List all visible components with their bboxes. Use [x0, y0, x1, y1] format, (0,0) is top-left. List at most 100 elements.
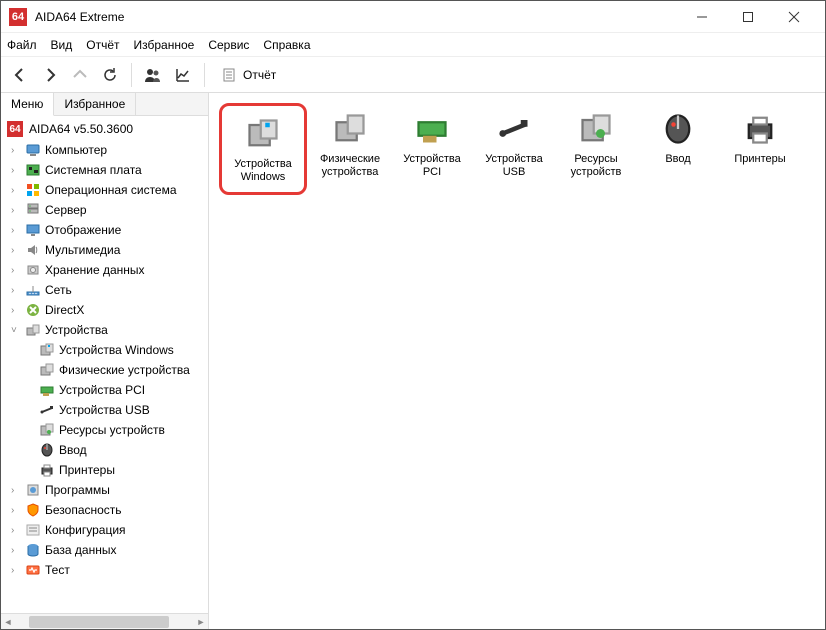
tree-item-computer[interactable]: ›Компьютер: [1, 140, 208, 160]
dev-pci-icon: [412, 109, 452, 149]
minimize-button[interactable]: [679, 2, 725, 32]
content-item-dev-input[interactable]: Ввод: [639, 103, 717, 172]
tree-item-label: Отображение: [45, 223, 121, 237]
tree-item-storage[interactable]: ›Хранение данных: [1, 260, 208, 280]
close-button[interactable]: [771, 2, 817, 32]
tree-item-security[interactable]: ›Безопасность: [1, 500, 208, 520]
content-item-dev-win[interactable]: Устройства Windows: [224, 108, 302, 190]
tree-item-dev-phys[interactable]: Физические устройства: [1, 360, 208, 380]
tree-item-label: Устройства: [45, 323, 108, 337]
chevron-icon: ›: [11, 485, 21, 496]
tree-item-label: Компьютер: [45, 143, 107, 157]
tree-item-board[interactable]: ›Системная плата: [1, 160, 208, 180]
tree-item-label: Сервер: [45, 203, 87, 217]
tree-item-dev-win[interactable]: Устройства Windows: [1, 340, 208, 360]
tree-item-test[interactable]: ›Тест: [1, 560, 208, 580]
tree-root[interactable]: 64 AIDA64 v5.50.3600: [1, 118, 208, 140]
tree-item-dev-input[interactable]: Ввод: [1, 440, 208, 460]
toolbar-separator: [204, 63, 205, 87]
dev-usb-icon: [494, 109, 534, 149]
sidebar: Меню Избранное 64 AIDA64 v5.50.3600 ›Ком…: [1, 93, 209, 629]
tree[interactable]: 64 AIDA64 v5.50.3600 ›Компьютер›Системна…: [1, 116, 208, 613]
maximize-button[interactable]: [725, 2, 771, 32]
storage-icon: [25, 262, 41, 278]
forward-button[interactable]: [37, 62, 63, 88]
computer-icon: [25, 142, 41, 158]
chevron-icon: ›: [11, 285, 21, 296]
app-icon: 64: [9, 8, 27, 26]
content-item-dev-print[interactable]: Принтеры: [721, 103, 799, 172]
up-button[interactable]: [67, 62, 93, 88]
content-item-dev-usb[interactable]: Устройства USB: [475, 103, 553, 185]
chevron-icon: ›: [11, 245, 21, 256]
content-item-label: Ресурсы устройств: [559, 153, 633, 179]
tree-item-dev-print[interactable]: Принтеры: [1, 460, 208, 480]
chevron-icon: ˅: [11, 325, 21, 336]
report-icon: [221, 67, 237, 83]
content-item-label: Физические устройства: [313, 153, 387, 179]
tree-item-os[interactable]: ›Операционная система: [1, 180, 208, 200]
tree-item-label: Принтеры: [59, 463, 115, 477]
tree-item-db[interactable]: › База данных: [1, 540, 208, 560]
content-item-dev-res[interactable]: Ресурсы устройств: [557, 103, 635, 185]
content-item-label: Устройства Windows: [226, 158, 300, 184]
menu-view[interactable]: Вид: [51, 38, 73, 52]
scroll-right-icon[interactable]: ►: [194, 617, 208, 627]
tree-item-label: Устройства USB: [59, 403, 150, 417]
tree-item-label: Системная плата: [45, 163, 142, 177]
chevron-icon: ›: [11, 205, 21, 216]
back-button[interactable]: [7, 62, 33, 88]
content-area: Устройства Windows Физические устройства У…: [209, 93, 825, 629]
tree-item-server[interactable]: › Сервер: [1, 200, 208, 220]
devices-icon: [25, 322, 41, 338]
scroll-left-icon[interactable]: ◄: [1, 617, 15, 627]
content-item-label: Принтеры: [734, 153, 785, 166]
menu-service[interactable]: Сервис: [208, 38, 249, 52]
tree-item-label: Операционная система: [45, 183, 177, 197]
dev-res-icon: [39, 422, 55, 438]
tab-menu[interactable]: Меню: [1, 93, 54, 116]
tree-item-label: Сеть: [45, 283, 72, 297]
tree-item-label: База данных: [45, 543, 116, 557]
tree-item-network[interactable]: › Сеть: [1, 280, 208, 300]
directx-icon: [25, 302, 41, 318]
scroll-thumb[interactable]: [29, 616, 169, 628]
menubar: Файл Вид Отчёт Избранное Сервис Справка: [1, 33, 825, 57]
test-icon: [25, 562, 41, 578]
board-icon: [25, 162, 41, 178]
tree-item-directx[interactable]: ›DirectX: [1, 300, 208, 320]
menu-favorites[interactable]: Избранное: [134, 38, 195, 52]
app-window: 64 AIDA64 Extreme Файл Вид Отчёт Избранн…: [0, 0, 826, 630]
content-item-dev-pci[interactable]: Устройства PCI: [393, 103, 471, 185]
tree-scrollbar[interactable]: ◄ ►: [1, 613, 208, 629]
tree-item-label: Хранение данных: [45, 263, 145, 277]
tree-item-dev-res[interactable]: Ресурсы устройств: [1, 420, 208, 440]
tree-item-dev-pci[interactable]: Устройства PCI: [1, 380, 208, 400]
tab-favorites[interactable]: Избранное: [54, 93, 136, 115]
tree-item-label: Устройства PCI: [59, 383, 145, 397]
tree-item-display[interactable]: ›Отображение: [1, 220, 208, 240]
sidebar-tabs: Меню Избранное: [1, 93, 208, 116]
content-item-label: Устройства PCI: [395, 153, 469, 179]
menu-file[interactable]: Файл: [7, 38, 37, 52]
content-item-label: Устройства USB: [477, 153, 551, 179]
programs-icon: [25, 482, 41, 498]
tree-item-devices[interactable]: ˅ Устройства: [1, 320, 208, 340]
tree-item-speaker[interactable]: › Мультимедиа: [1, 240, 208, 260]
window-title: AIDA64 Extreme: [35, 10, 679, 24]
content-item-dev-phys[interactable]: Физические устройства: [311, 103, 389, 185]
tree-item-label: Физические устройства: [59, 363, 190, 377]
report-button[interactable]: Отчёт: [213, 67, 284, 83]
tree-item-dev-usb[interactable]: Устройства USB: [1, 400, 208, 420]
tree-item-label: Мультимедиа: [45, 243, 120, 257]
menu-help[interactable]: Справка: [263, 38, 310, 52]
refresh-button[interactable]: [97, 62, 123, 88]
content-item-label: Ввод: [665, 153, 690, 166]
chevron-icon: ›: [11, 545, 21, 556]
chart-button[interactable]: [170, 62, 196, 88]
tree-item-config[interactable]: ›Конфигурация: [1, 520, 208, 540]
report-label: Отчёт: [243, 68, 276, 82]
users-button[interactable]: [140, 62, 166, 88]
menu-report[interactable]: Отчёт: [86, 38, 119, 52]
tree-item-programs[interactable]: ›Программы: [1, 480, 208, 500]
